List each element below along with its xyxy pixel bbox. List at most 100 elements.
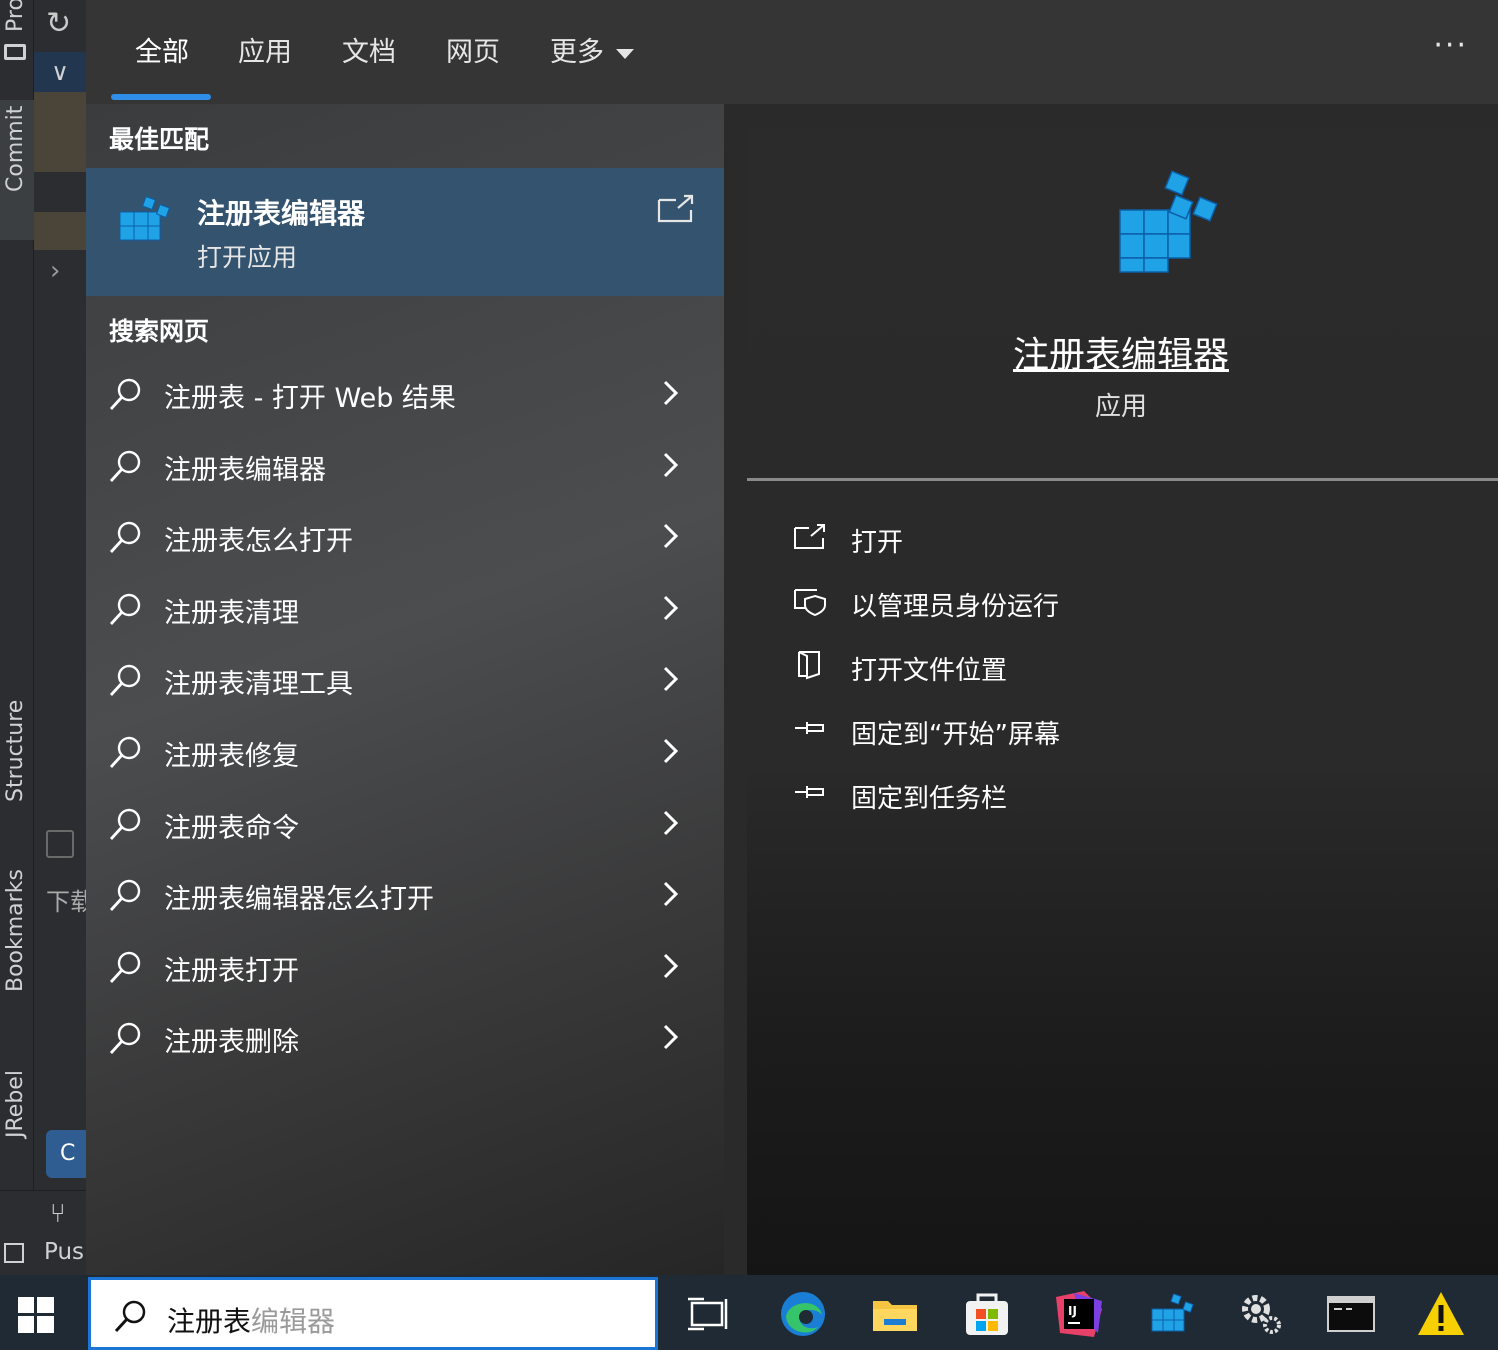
active-tab-indicator <box>111 94 211 100</box>
chevron-right-icon[interactable] <box>660 1022 682 1052</box>
search-icon <box>109 879 141 912</box>
search-suggestion-text: 编辑器 <box>251 1305 336 1338</box>
chevron-right-icon[interactable] <box>660 450 682 480</box>
web-search-result-label: 注册表命令 <box>164 812 299 844</box>
best-match-subtitle: 打开应用 <box>197 243 298 272</box>
edge-icon[interactable] <box>778 1289 828 1339</box>
web-search-result[interactable]: 注册表怎么打开 <box>86 501 724 573</box>
web-search-result-label: 注册表编辑器怎么打开 <box>164 884 434 916</box>
tab-more[interactable]: 更多 <box>550 30 634 69</box>
pin-icon <box>795 722 824 734</box>
folder-icon <box>4 44 26 60</box>
jrebel-tool-label[interactable]: JRebel <box>3 1070 28 1138</box>
warning-icon[interactable] <box>1416 1289 1466 1339</box>
details-pane: 注册表编辑器 应用 打开 以管理员身份运行 打开文件位置 固定到“开始”屏幕 固… <box>747 128 1498 1275</box>
search-icon <box>109 378 141 410</box>
chevron-right-icon[interactable] <box>660 808 682 838</box>
web-search-result[interactable]: 注册表打开 <box>86 931 724 1003</box>
search-icon <box>109 450 141 482</box>
chevron-right-icon[interactable] <box>660 378 682 408</box>
search-panel: 全部 应用 文档 网页 更多 ··· 最佳匹配 注册表编辑器 打开应用 搜索网页… <box>86 0 1498 1275</box>
search-icon <box>109 736 141 768</box>
action-pin-to-start-label: 固定到“开始”屏幕 <box>851 720 1060 750</box>
file-location-icon <box>798 651 820 680</box>
chevron-right-icon[interactable] <box>660 593 682 623</box>
intellij-icon[interactable]: IJ <box>1054 1289 1104 1339</box>
settings-icon[interactable] <box>1236 1289 1286 1339</box>
action-open-label: 打开 <box>851 528 904 558</box>
web-search-result[interactable]: 注册表清理工具 <box>86 644 724 716</box>
chevron-right-icon[interactable]: › <box>50 256 60 286</box>
details-app-name[interactable]: 注册表编辑器 <box>707 326 1498 378</box>
search-icon <box>109 951 141 983</box>
store-icon[interactable] <box>962 1289 1012 1339</box>
chevron-right-icon[interactable] <box>660 664 682 694</box>
tab-web[interactable]: 网页 <box>446 30 500 69</box>
web-search-result[interactable]: 注册表清理 <box>86 573 724 645</box>
chevron-right-icon[interactable] <box>660 521 682 551</box>
file-explorer-icon[interactable] <box>870 1289 920 1339</box>
search-query: 注册表编辑器 <box>167 1300 335 1340</box>
refresh-icon[interactable]: ↻ <box>46 6 71 41</box>
web-search-result[interactable]: 注册表 - 打开 Web 结果 <box>86 358 724 430</box>
screen: Pro Commit Structure Bookmarks JRebel ↻ … <box>0 0 1498 1350</box>
web-search-result[interactable]: 注册表编辑器 <box>86 430 724 502</box>
search-icon <box>109 593 141 625</box>
registry-editor-icon[interactable] <box>1146 1289 1196 1339</box>
web-search-result[interactable]: 注册表删除 <box>86 1002 724 1074</box>
more-options-icon[interactable]: ··· <box>1433 28 1468 63</box>
search-typed-text: 注册表 <box>167 1305 252 1338</box>
shield-icon <box>794 589 826 616</box>
search-icon <box>109 521 141 554</box>
open-icon <box>794 524 825 549</box>
push-label[interactable]: Pus <box>44 1239 84 1265</box>
web-search-result-label: 注册表删除 <box>164 1027 299 1059</box>
details-divider <box>747 478 1498 481</box>
checkbox[interactable] <box>46 830 74 858</box>
tab-documents[interactable]: 文档 <box>342 30 396 69</box>
ide-bottom-bar: ⑂ Pus <box>0 1190 86 1275</box>
chevron-right-icon[interactable] <box>660 951 682 981</box>
web-search-result-label: 注册表怎么打开 <box>164 526 353 558</box>
web-search-result-label: 注册表打开 <box>164 955 299 987</box>
refresh-button[interactable]: C <box>46 1130 86 1178</box>
search-icon <box>109 1023 141 1055</box>
tab-apps[interactable]: 应用 <box>238 30 292 69</box>
registry-editor-icon <box>119 195 171 241</box>
highlight-band <box>34 92 86 172</box>
web-search-heading: 搜索网页 <box>109 317 210 346</box>
pin-icon <box>795 786 824 798</box>
caret-down-icon <box>616 48 634 59</box>
search-icon <box>114 1300 146 1333</box>
web-search-result-label: 注册表 - 打开 Web 结果 <box>164 383 456 414</box>
tab-more-label: 更多 <box>550 37 604 68</box>
best-match-name: 注册表编辑器 <box>197 197 366 230</box>
project-tool-label[interactable]: Pro <box>3 0 28 32</box>
tab-all[interactable]: 全部 <box>135 30 189 69</box>
chevron-right-icon[interactable] <box>660 736 682 766</box>
taskbar-search-input[interactable]: 注册表编辑器 <box>88 1277 658 1350</box>
chevron-right-icon[interactable] <box>660 879 682 909</box>
details-app-type: 应用 <box>1094 392 1147 422</box>
action-run-as-admin-label: 以管理员身份运行 <box>851 592 1060 622</box>
task-view-icon[interactable] <box>684 1289 734 1339</box>
commit-tool-label[interactable]: Commit <box>3 106 28 192</box>
results-list: 最佳匹配 注册表编辑器 打开应用 搜索网页 注册表 - 打开 Web 结果 注册… <box>86 104 724 1275</box>
web-search-result[interactable]: 注册表命令 <box>86 788 724 860</box>
action-open-file-location-label: 打开文件位置 <box>851 656 1008 686</box>
terminal-icon[interactable] <box>1326 1289 1376 1339</box>
highlight-band <box>34 212 86 250</box>
ide-tool-strip: Pro Commit Structure Bookmarks JRebel <box>0 0 34 1275</box>
web-search-result[interactable]: 注册表修复 <box>86 716 724 788</box>
structure-tool-label[interactable]: Structure <box>3 700 28 802</box>
branch-icon[interactable]: ⑂ <box>50 1199 66 1229</box>
windows-start-icon[interactable] <box>18 1297 54 1333</box>
web-search-result[interactable]: 注册表编辑器怎么打开 <box>86 859 724 931</box>
web-search-results: 注册表 - 打开 Web 结果注册表编辑器注册表怎么打开注册表清理 注册表清理工具… <box>86 358 724 1074</box>
open-external-icon[interactable] <box>656 194 696 224</box>
web-search-result-label: 注册表修复 <box>164 740 299 772</box>
search-icon <box>109 808 141 840</box>
best-match-item[interactable]: 注册表编辑器 打开应用 <box>86 168 724 296</box>
bookmarks-tool-label[interactable]: Bookmarks <box>3 869 28 992</box>
chevron-down-icon[interactable]: ∨ <box>34 52 86 92</box>
